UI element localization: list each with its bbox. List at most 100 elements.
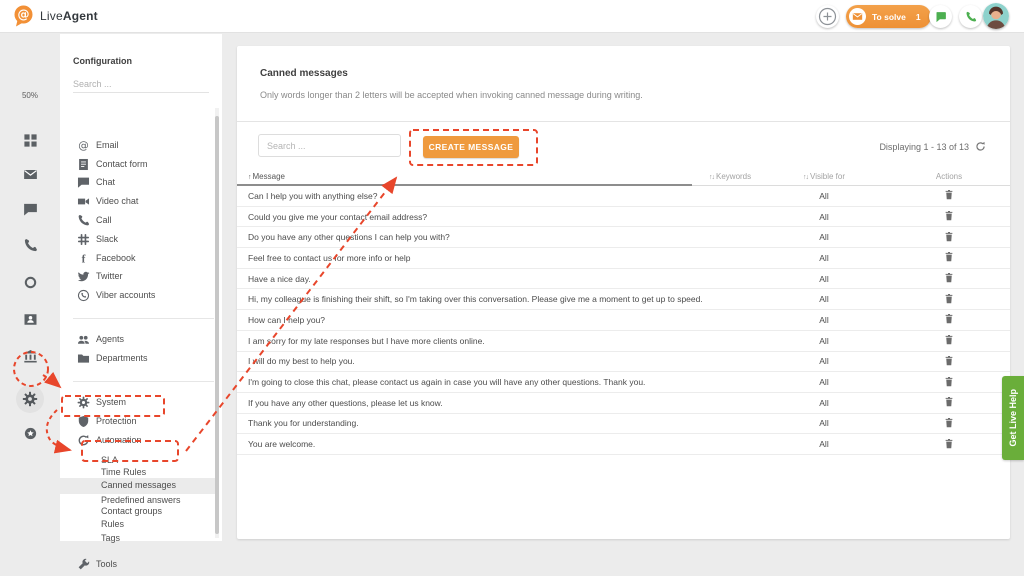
sidebar-item-agents[interactable]: Agents [60,332,218,347]
sidebar-item-slack[interactable]: Slack [60,232,218,247]
sidebar-item-protection[interactable]: Protection [60,414,218,429]
rail-settings-button[interactable] [0,385,60,413]
rail-company-button[interactable] [0,342,60,370]
delete-button[interactable] [944,417,954,428]
rail-chats-button[interactable] [0,195,60,223]
column-header-keywords[interactable]: ↑↓Keywords [709,172,760,181]
message-cell[interactable]: Could you give me your contact email add… [248,212,709,222]
sidebar-item-rules[interactable]: Rules [60,518,218,531]
actions-cell [888,251,1010,264]
sidebar-item-facebook[interactable]: f Facebook [60,251,218,266]
visible-for-cell: All [760,253,888,263]
mail-icon [23,167,38,182]
divider [237,121,1010,122]
actions-cell [888,334,1010,347]
delete-button[interactable] [944,272,954,283]
delete-button[interactable] [944,293,954,304]
message-cell[interactable]: Feel free to contact us for more info or… [248,253,709,263]
column-header-visible-for[interactable]: ↑↓Visible for [760,172,888,181]
sidebar-item-chat[interactable]: Chat [60,175,218,190]
sidebar-item-email[interactable]: @ Email [60,138,218,153]
top-bar: @ LiveAgent To solve 1 [0,0,1024,33]
sidebar-item-viber[interactable]: Viber accounts [60,288,218,303]
delete-button[interactable] [944,189,954,200]
visible-for-cell: All [760,294,888,304]
actions-cell [888,189,1010,202]
divider [73,381,214,382]
create-message-button[interactable]: CREATE MESSAGE [423,136,519,158]
sidebar-item-video-chat[interactable]: Video chat [60,194,218,209]
delete-button[interactable] [944,313,954,324]
rail-dashboard-button[interactable] [0,126,60,154]
sidebar-item-contact-groups[interactable]: Contact groups [60,505,218,518]
chat-icon [935,11,947,23]
sidebar-item-system[interactable]: System [60,395,218,410]
liveagent-logo[interactable]: @ LiveAgent [12,4,98,28]
message-cell[interactable]: I'm going to close this chat, please con… [248,377,709,387]
message-cell[interactable]: If you have any other questions, please … [248,398,709,408]
column-header-message[interactable]: ↑Message [248,172,709,181]
star-circle-icon [23,426,38,441]
sidebar-search-input[interactable] [73,76,209,93]
rail-contacts-button[interactable] [0,305,60,333]
table-body: Can I help you with anything else? All C… [237,186,1010,455]
table-row: Have a nice day. All [237,269,1010,290]
delete-button[interactable] [944,355,954,366]
delete-button[interactable] [944,334,954,345]
calls-button[interactable] [959,5,982,28]
rail-addons-button[interactable] [0,419,60,447]
displaying-count: Displaying 1 - 13 of 13 [879,141,986,152]
canned-messages-panel: Canned messages Only words longer than 2… [237,46,1010,539]
message-cell[interactable]: You are welcome. [248,439,709,449]
sidebar-item-tools[interactable]: Tools [60,557,218,572]
table-row: I will do my best to help you. All [237,352,1010,373]
visible-for-cell: All [760,191,888,201]
rail-tickets-button[interactable] [0,160,60,188]
contact-card-icon [23,312,38,327]
avatar[interactable] [983,3,1009,29]
delete-button[interactable] [944,376,954,387]
message-cell[interactable]: Have a nice day. [248,274,709,284]
sidebar-item-automation[interactable]: Automation [60,433,218,448]
at-icon: @ [77,139,90,157]
visible-for-cell: All [760,232,888,242]
message-cell[interactable]: I am sorry for my late responses but I h… [248,336,709,346]
sidebar-item-departments[interactable]: Departments [60,351,218,366]
delete-button[interactable] [944,251,954,262]
sidebar-item-predefined-answers[interactable]: Predefined answers [60,491,218,504]
table-row: I am sorry for my late responses but I h… [237,331,1010,352]
delete-button[interactable] [944,231,954,242]
message-cell[interactable]: Thank you for understanding. [248,418,709,428]
table-row: You are welcome. All [237,434,1010,455]
message-cell[interactable]: Hi, my colleague is finishing their shif… [248,294,709,304]
refresh-icon[interactable] [975,141,986,152]
sidebar-item-twitter[interactable]: Twitter [60,269,218,284]
to-solve-count: 1 [916,12,921,22]
column-header-actions: Actions [888,172,1010,181]
wrench-icon [77,558,90,576]
visible-for-cell: All [760,377,888,387]
sidebar-item-call[interactable]: Call [60,213,218,228]
delete-button[interactable] [944,396,954,407]
message-cell[interactable]: Can I help you with anything else? [248,191,709,201]
chats-button[interactable] [929,5,952,28]
delete-button[interactable] [944,438,954,449]
rail-calls-button[interactable] [0,231,60,259]
sidebar-item-contact-form[interactable]: Contact form [60,157,218,172]
delete-button[interactable] [944,210,954,221]
get-live-help-button[interactable]: Get Live Help [1002,376,1024,460]
table-row: How can I help you? All [237,310,1010,331]
message-cell[interactable]: Do you have any other questions I can he… [248,232,709,242]
to-solve-button[interactable]: To solve 1 [846,5,931,28]
sidebar-scrollbar-thumb[interactable] [215,116,219,534]
sidebar-title: Configuration [73,56,132,66]
brand-name: LiveAgent [40,9,98,23]
message-cell[interactable]: I will do my best to help you. [248,356,709,366]
messages-search-input[interactable] [258,134,401,157]
rail-social-button[interactable] [0,268,60,296]
page-title: Canned messages [260,68,348,79]
sidebar-item-tags[interactable]: Tags [60,532,218,545]
message-cell[interactable]: How can I help you? [248,315,709,325]
add-button[interactable] [816,5,839,28]
actions-cell [888,210,1010,223]
